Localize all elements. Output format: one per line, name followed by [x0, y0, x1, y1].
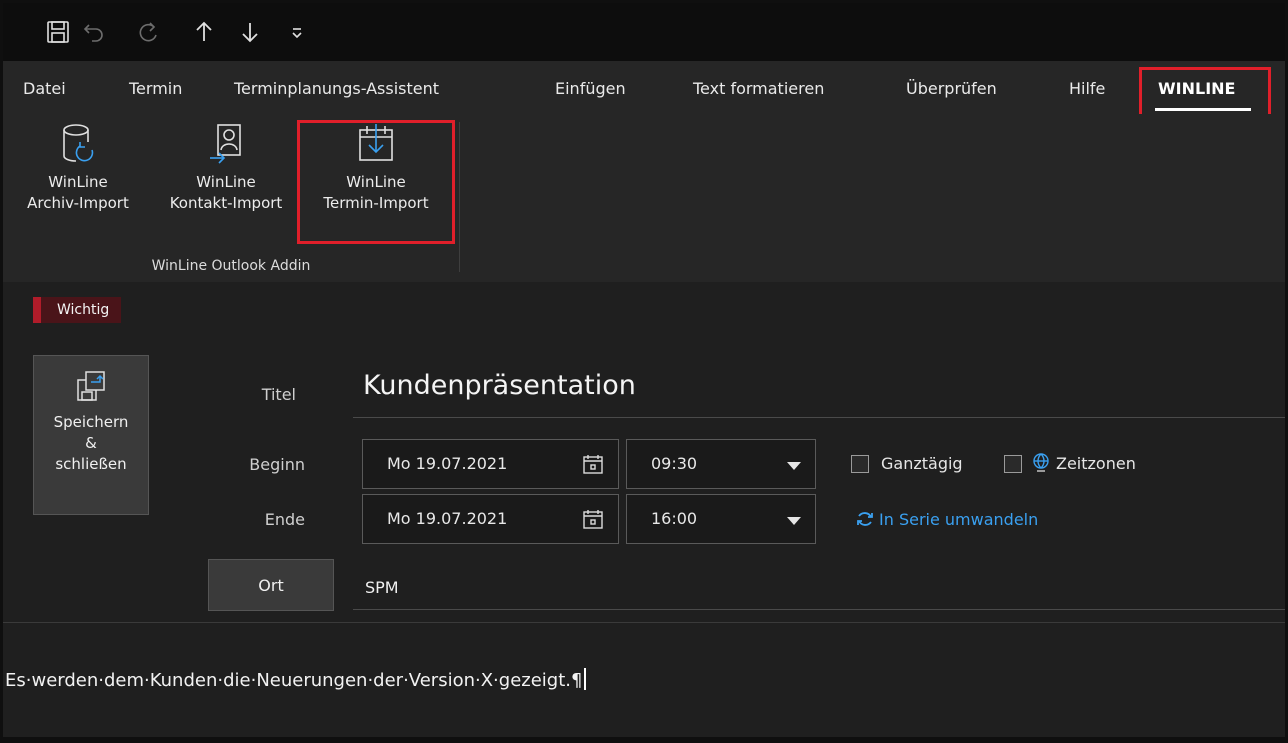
make-recurring-link[interactable]: In Serie umwandeln	[855, 509, 1038, 529]
tab-datei[interactable]: Datei	[23, 79, 66, 98]
refresh-icon	[857, 512, 873, 526]
all-day-checkbox[interactable]	[851, 455, 869, 473]
title-underline	[353, 417, 1285, 418]
make-recurring-label: In Serie umwandeln	[879, 510, 1039, 529]
winline-archive-import-button[interactable]: WinLine Archiv-Import	[3, 114, 153, 214]
save-label-2: &	[85, 434, 97, 452]
quick-access-toolbar	[3, 3, 1285, 61]
calendar-icon[interactable]	[582, 508, 604, 530]
redo-icon[interactable]	[136, 19, 162, 45]
customize-toolbar-icon[interactable]	[284, 19, 310, 45]
time-zones-label: Zeitzonen	[1056, 454, 1136, 473]
save-and-close-button[interactable]: Speichern & schließen	[33, 355, 149, 515]
tab-termin[interactable]: Termin	[129, 79, 182, 98]
importance-badge: Wichtig	[33, 297, 122, 323]
termin-import-highlight	[297, 120, 455, 244]
tab-hilfe[interactable]: Hilfe	[1069, 79, 1105, 98]
end-label: Ende	[264, 510, 305, 529]
location-button[interactable]: Ort	[208, 559, 334, 611]
start-label: Beginn	[249, 455, 305, 474]
calendar-icon[interactable]	[582, 453, 604, 475]
ribbon-group-separator	[459, 122, 460, 272]
contact-import-icon	[206, 122, 246, 166]
save-label-3: schließen	[55, 455, 127, 473]
message-body[interactable]: Es·werden·dem·Kunden·die·Neuerungen·der·…	[3, 622, 1285, 737]
end-date-field[interactable]: Mo 19.07.2021	[362, 494, 619, 544]
tab-einfuegen[interactable]: Einfügen	[555, 79, 626, 98]
globe-icon	[1031, 452, 1051, 476]
title-label: Titel	[261, 385, 296, 404]
outlook-appointment-window: Datei Termin Terminplanungs-Assistent Ei…	[3, 3, 1285, 737]
arrow-up-icon[interactable]	[191, 19, 217, 45]
archive-import-icon	[58, 122, 98, 166]
body-text[interactable]: Es·werden·dem·Kunden·die·Neuerungen·der·…	[5, 668, 587, 691]
undo-icon[interactable]	[81, 19, 107, 45]
contact-import-label-2: Kontakt-Import	[169, 194, 283, 212]
text-cursor	[584, 668, 587, 690]
chevron-down-icon[interactable]	[787, 517, 801, 525]
end-time-field[interactable]: 16:00	[626, 494, 816, 544]
ribbon-group-label: WinLine Outlook Addin	[151, 258, 311, 274]
save-close-icon	[76, 370, 106, 402]
start-time-field[interactable]: 09:30	[626, 439, 816, 489]
tab-ueberpruefen[interactable]: Überprüfen	[906, 79, 997, 98]
appointment-form: Wichtig Speichern & schließen Titel Kund…	[3, 282, 1285, 622]
archive-import-label-2: Archiv-Import	[27, 194, 129, 212]
tab-text-formatieren[interactable]: Text formatieren	[693, 79, 824, 98]
start-date-field[interactable]: Mo 19.07.2021	[362, 439, 619, 489]
start-date-value: Mo 19.07.2021	[387, 454, 508, 473]
tab-terminplanungs-assistent[interactable]: Terminplanungs-Assistent	[234, 79, 439, 98]
location-underline	[353, 609, 1285, 610]
ribbon-panel: WinLine Archiv-Import WinLine Kontakt-Im…	[3, 114, 1285, 282]
arrow-down-icon[interactable]	[237, 19, 263, 45]
save-icon[interactable]	[45, 19, 71, 45]
location-input[interactable]: SPM	[365, 578, 399, 597]
start-time-value: 09:30	[651, 454, 698, 473]
ribbon-tabs: Datei Termin Terminplanungs-Assistent Ei…	[3, 61, 1285, 114]
winline-contact-import-button[interactable]: WinLine Kontakt-Import	[153, 114, 299, 214]
contact-import-label-1: WinLine	[196, 173, 256, 191]
end-time-value: 16:00	[651, 509, 698, 528]
title-input[interactable]: Kundenpräsentation	[363, 370, 636, 401]
time-zones-checkbox[interactable]	[1004, 455, 1022, 473]
end-date-value: Mo 19.07.2021	[387, 509, 508, 528]
save-label-1: Speichern	[53, 413, 129, 431]
body-text-content: Es·werden·dem·Kunden·die·Neuerungen·der·…	[5, 670, 583, 691]
archive-import-label-1: WinLine	[48, 173, 108, 191]
chevron-down-icon[interactable]	[787, 462, 801, 470]
all-day-label: Ganztägig	[881, 454, 963, 473]
